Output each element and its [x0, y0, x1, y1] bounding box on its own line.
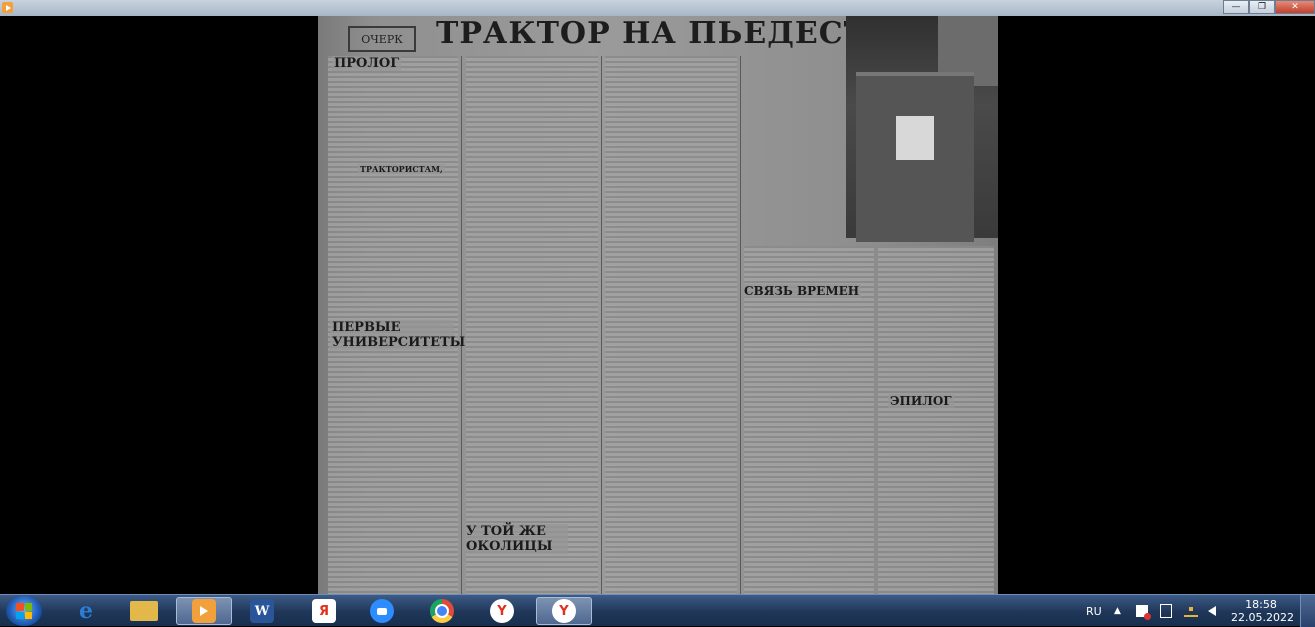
taskbar-zoom[interactable] [356, 597, 408, 625]
taskbar-yandex-browser-2[interactable]: Y [536, 597, 592, 625]
device-icon[interactable] [1160, 595, 1172, 627]
yandex-browser-icon: Y [552, 599, 576, 623]
system-clock[interactable]: 18:58 22.05.2022 [1231, 598, 1294, 624]
column-rule [601, 56, 602, 594]
clock-date: 22.05.2022 [1231, 611, 1294, 624]
window-title-bar: — ❐ ✕ [0, 0, 1315, 16]
taskbar-file-explorer[interactable] [118, 597, 170, 625]
taskbar-word[interactable]: W [236, 597, 288, 625]
media-player-icon [192, 599, 216, 623]
heading-same-outskirts: У ТОЙ ЖЕ ОКОЛИЦЫ [464, 524, 568, 554]
start-button[interactable] [6, 596, 42, 626]
taskbar-media-player[interactable] [176, 597, 232, 625]
windows-logo-icon [16, 603, 32, 619]
monument-photo [846, 16, 998, 242]
taskbar: e W Я Y Y RU ▲ 18:58 22.05.2022 [0, 594, 1315, 627]
yandex-browser-icon: Y [490, 599, 514, 623]
yandex-icon: Я [312, 599, 336, 623]
heading-prologue: ПРОЛОГ [332, 56, 402, 71]
taskbar-yandex[interactable]: Я [298, 597, 350, 625]
zoom-icon [370, 599, 394, 623]
action-center-flag-icon[interactable] [1136, 595, 1151, 627]
volume-icon[interactable] [1208, 595, 1216, 627]
internet-explorer-icon: e [79, 598, 93, 624]
taskbar-chrome[interactable] [416, 597, 468, 625]
network-icon[interactable] [1184, 595, 1198, 627]
heading-tractor-drivers: ТРАКТОРИСТАМ, [358, 164, 445, 174]
photo-pedestal [856, 72, 974, 242]
media-player-app-icon[interactable] [2, 2, 13, 13]
text-column-2 [466, 56, 598, 594]
language-indicator[interactable]: RU [1086, 595, 1102, 627]
column-rule [740, 56, 741, 594]
rubric-ocherk: ОЧЕРК [348, 26, 416, 52]
taskbar-yandex-browser[interactable]: Y [476, 597, 528, 625]
chrome-icon [430, 599, 454, 623]
text-column-4 [744, 246, 874, 594]
taskbar-internet-explorer[interactable]: e [60, 597, 112, 625]
heading-first-universities: ПЕРВЫЕ УНИВЕРСИТЕТЫ [330, 320, 466, 350]
text-column-3 [605, 56, 737, 594]
folder-icon [130, 601, 158, 621]
newspaper-photo: ОЧЕРК ТРАКТОР НА ПЬЕДЕСТАЛЕ ПРОЛОГ ТРАКТ… [318, 16, 998, 594]
heading-epilogue: ЭПИЛОГ [888, 394, 954, 408]
word-icon: W [250, 599, 274, 623]
heading-time-link: СВЯЗЬ ВРЕМЕН [742, 284, 862, 298]
maximize-button[interactable]: ❐ [1249, 0, 1275, 14]
minimize-button[interactable]: — [1223, 0, 1249, 14]
window-controls: — ❐ ✕ [1223, 0, 1315, 14]
clock-time: 18:58 [1245, 598, 1277, 611]
photo-plaque [896, 116, 934, 160]
show-hidden-icons-arrow[interactable]: ▲ [1114, 595, 1121, 627]
close-button[interactable]: ✕ [1275, 0, 1315, 14]
column-rule [461, 56, 462, 594]
text-column-5 [878, 246, 994, 594]
show-desktop-button[interactable] [1300, 595, 1315, 627]
